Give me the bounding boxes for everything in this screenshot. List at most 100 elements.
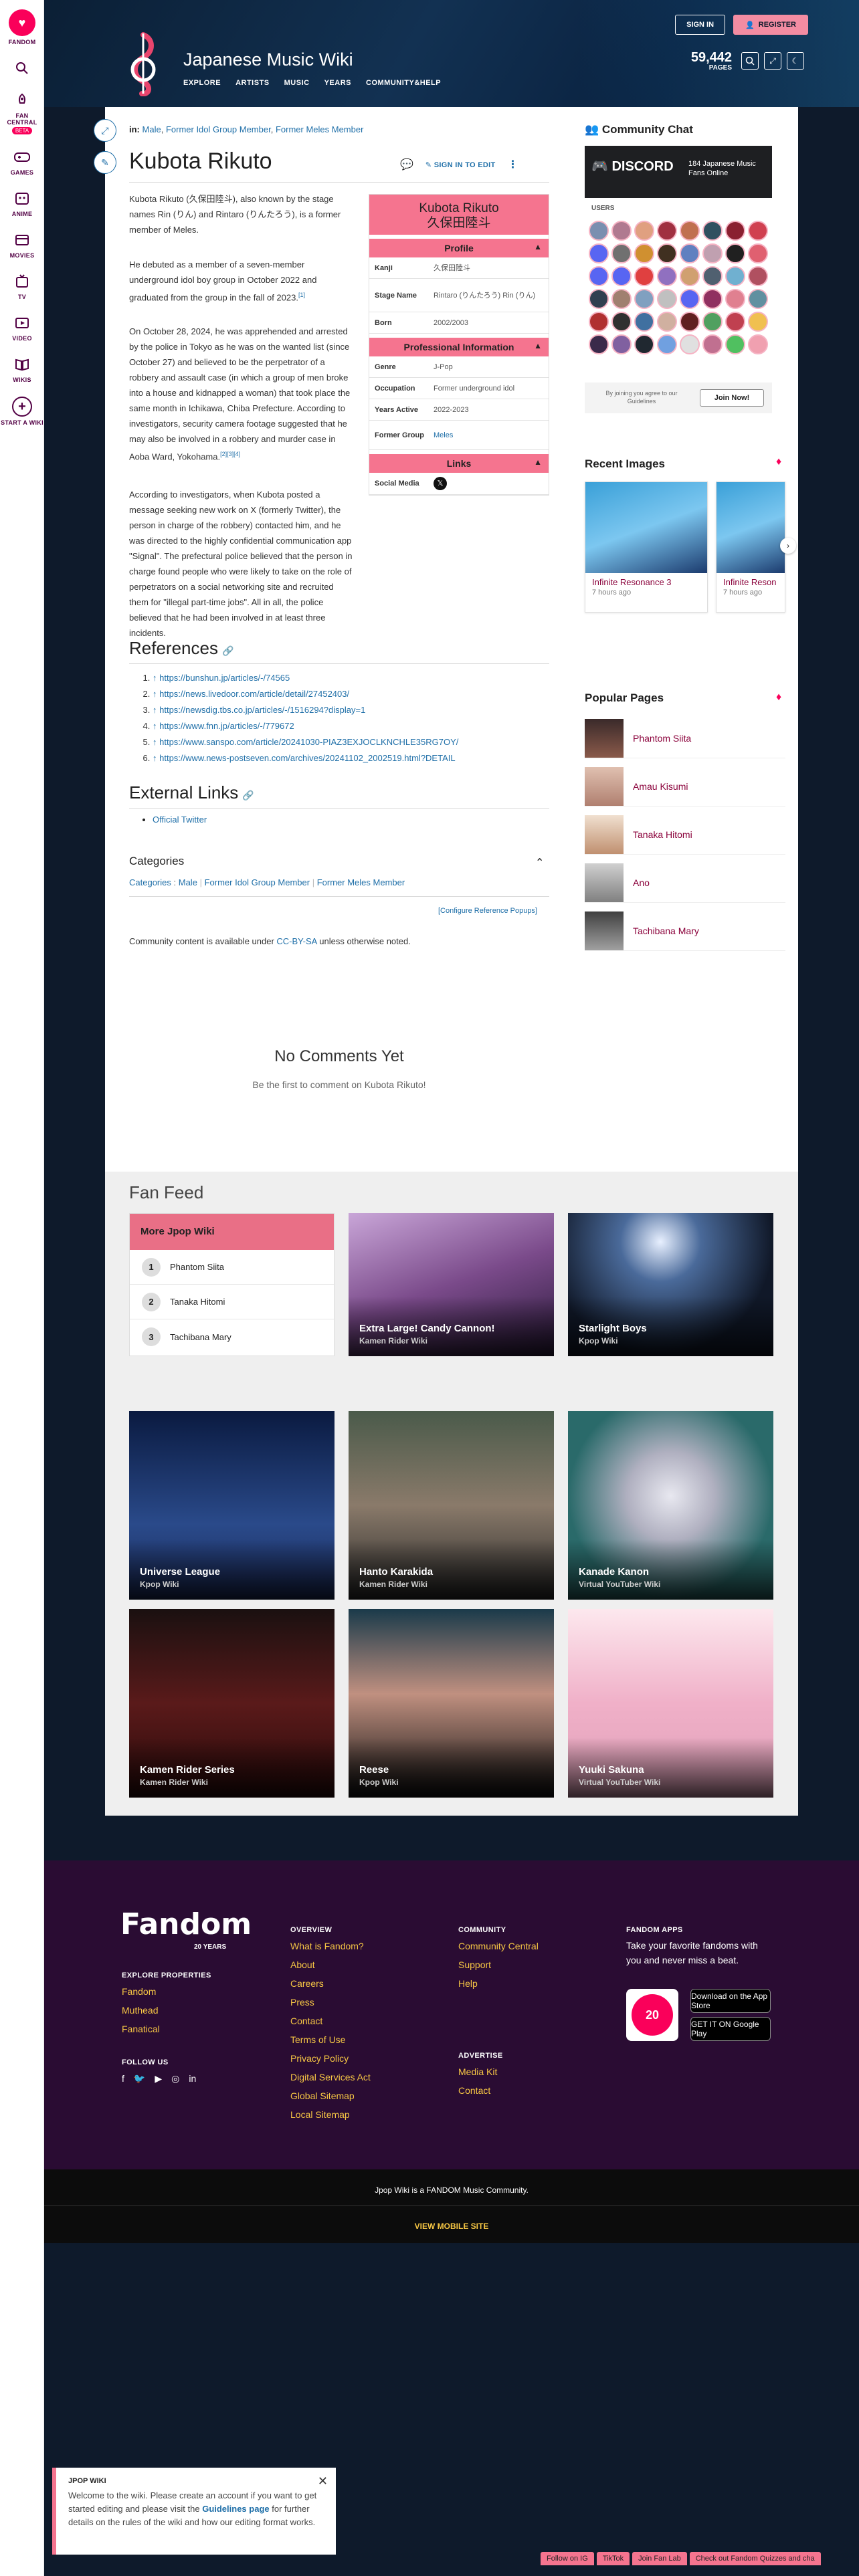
fan-feed-tile[interactable]: Kanade Kanon Virtual YouTuber Wiki <box>568 1411 773 1600</box>
link-icon[interactable]: 🔗 <box>242 790 254 800</box>
popular-page-item[interactable]: Ano <box>585 863 785 903</box>
avatar[interactable] <box>725 312 745 332</box>
fan-feed-tile[interactable]: Universe League Kpop Wiki <box>129 1411 335 1600</box>
avatar[interactable] <box>589 221 609 241</box>
fan-feed-tile[interactable]: Kamen Rider Series Kamen Rider Wiki <box>129 1609 335 1798</box>
footer-link[interactable]: Muthead <box>122 2005 158 2016</box>
linkedin-icon[interactable]: in <box>189 2073 196 2084</box>
popular-page-item[interactable]: Phantom Siita <box>585 718 785 758</box>
footer-link[interactable]: Digital Services Act <box>290 2072 371 2082</box>
avatar[interactable] <box>680 312 700 332</box>
promo-quizzes[interactable]: Check out Fandom Quizzes and cha <box>689 2552 821 2565</box>
row-value[interactable]: Meles <box>434 430 543 441</box>
avatar[interactable] <box>634 334 654 354</box>
reference-link[interactable]: ↑ https://www.news-postseven.com/archive… <box>153 753 456 763</box>
avatar[interactable] <box>634 312 654 332</box>
footer-link[interactable]: Careers <box>290 1978 324 1989</box>
avatar[interactable] <box>725 243 745 263</box>
more-wiki-item[interactable]: 1 Phantom Siita <box>130 1250 334 1285</box>
avatar[interactable] <box>748 334 768 354</box>
avatar[interactable] <box>634 266 654 286</box>
rail-item-anime[interactable]: ANIME <box>0 183 44 224</box>
avatar[interactable] <box>611 312 632 332</box>
fandom-app-icon[interactable]: 20 <box>626 1989 678 2041</box>
avatar[interactable] <box>657 334 677 354</box>
discord-widget[interactable]: 🎮 DISCORD 184 Japanese Music Fans Online <box>585 146 772 198</box>
reference-link[interactable]: ↑ https://news.livedoor.com/article/deta… <box>153 689 349 699</box>
footer-link[interactable]: Help <box>458 1978 478 1989</box>
avatar[interactable] <box>657 312 677 332</box>
avatar[interactable] <box>611 289 632 309</box>
more-options-icon[interactable]: ⋮ <box>508 158 518 171</box>
footer-link[interactable]: Global Sitemap <box>290 2090 355 2101</box>
avatar[interactable] <box>611 243 632 263</box>
avatar[interactable] <box>657 221 677 241</box>
reference-item[interactable]: ↑ https://bunshun.jp/articles/-/74565 <box>153 670 458 686</box>
footer-link[interactable]: Local Sitemap <box>290 2109 350 2120</box>
recent-image-card[interactable]: Infinite Resonance 3 7 hours ago <box>585 481 708 613</box>
avatar[interactable] <box>725 334 745 354</box>
category-link[interactable]: Former Meles Member <box>276 124 363 134</box>
rail-item-tv[interactable]: TV <box>0 265 44 307</box>
avatar[interactable] <box>680 266 700 286</box>
category-link[interactable]: Male <box>142 124 161 134</box>
footer-link[interactable]: Privacy Policy <box>290 2053 349 2064</box>
more-wiki-item[interactable]: 3 Tachibana Mary <box>130 1319 334 1354</box>
infobox-section-profile[interactable]: Profile ▲ <box>369 239 549 257</box>
nav-years[interactable]: YEARS <box>324 79 351 87</box>
dark-mode-icon[interactable]: ☾ <box>787 52 804 70</box>
guidelines-link[interactable]: Guidelines page <box>202 2504 269 2514</box>
category-link[interactable]: Former Idol Group Member <box>205 877 310 887</box>
avatar[interactable] <box>589 266 609 286</box>
reference-link[interactable]: ↑ https://www.fnn.jp/articles/-/779672 <box>153 721 294 731</box>
infobox-section-links[interactable]: Links ▲ <box>369 454 549 473</box>
ref-marker[interactable]: [1] <box>298 292 305 298</box>
link-icon[interactable]: 🔗 <box>222 645 233 656</box>
avatar[interactable] <box>634 289 654 309</box>
join-now-button[interactable]: Join Now! <box>700 389 764 407</box>
reference-item[interactable]: ↑ https://newsdig.tbs.co.jp/articles/-/1… <box>153 702 458 718</box>
chevron-right-icon[interactable]: › <box>780 538 796 554</box>
footer-link[interactable]: Fanatical <box>122 2024 160 2034</box>
categories-label[interactable]: Categories <box>129 877 171 887</box>
avatar[interactable] <box>702 243 723 263</box>
expand-icon[interactable]: ⤢ <box>94 119 116 142</box>
facebook-icon[interactable]: f <box>122 2073 124 2084</box>
sign-in-button[interactable]: SIGN IN <box>675 15 726 35</box>
avatar[interactable] <box>702 334 723 354</box>
categories-heading[interactable]: Categories <box>129 855 184 868</box>
avatar[interactable] <box>748 221 768 241</box>
promo-follow-ig[interactable]: Follow on IG <box>541 2552 594 2565</box>
view-mobile-site-link[interactable]: VIEW MOBILE SITE <box>44 2222 859 2231</box>
avatar[interactable] <box>634 221 654 241</box>
footer-link[interactable]: Media Kit <box>458 2066 497 2077</box>
reference-item[interactable]: ↑ https://www.news-postseven.com/archive… <box>153 750 458 766</box>
search-icon[interactable] <box>741 52 759 70</box>
sign-in-to-edit-button[interactable]: ✎ SIGN IN TO EDIT <box>425 160 496 169</box>
rail-item-search[interactable] <box>0 52 44 84</box>
popular-page-item[interactable]: Amau Kisumi <box>585 766 785 807</box>
avatar[interactable] <box>680 243 700 263</box>
wiki-logo-icon[interactable] <box>123 29 163 96</box>
promo-tiktok[interactable]: TikTok <box>596 2552 630 2565</box>
category-link[interactable]: Former Meles Member <box>317 877 405 887</box>
rail-item-wikis[interactable]: WIKIS <box>0 348 44 390</box>
avatar[interactable] <box>657 266 677 286</box>
avatar[interactable] <box>725 266 745 286</box>
recent-image-card[interactable]: Infinite Reson 7 hours ago <box>716 481 785 613</box>
infobox-section-professional[interactable]: Professional Information ▲ <box>369 338 549 356</box>
avatar[interactable] <box>680 334 700 354</box>
avatar[interactable] <box>748 312 768 332</box>
nav-music[interactable]: MUSIC <box>284 79 310 87</box>
reference-item[interactable]: ↑ https://news.livedoor.com/article/deta… <box>153 686 458 702</box>
avatar[interactable] <box>657 243 677 263</box>
reference-link[interactable]: ↑ https://bunshun.jp/articles/-/74565 <box>153 673 290 683</box>
rail-item-fan-central[interactable]: FAN CENTRAL BETA <box>0 84 44 141</box>
ref-marker[interactable]: [2][3][4] <box>220 451 240 457</box>
footer-link[interactable]: Press <box>290 1997 314 2008</box>
avatar[interactable] <box>680 221 700 241</box>
footer-link[interactable]: Contact <box>458 2085 490 2096</box>
youtube-icon[interactable]: ▶ <box>155 2073 162 2084</box>
footer-link[interactable]: About <box>290 1959 315 1970</box>
avatar[interactable] <box>589 289 609 309</box>
